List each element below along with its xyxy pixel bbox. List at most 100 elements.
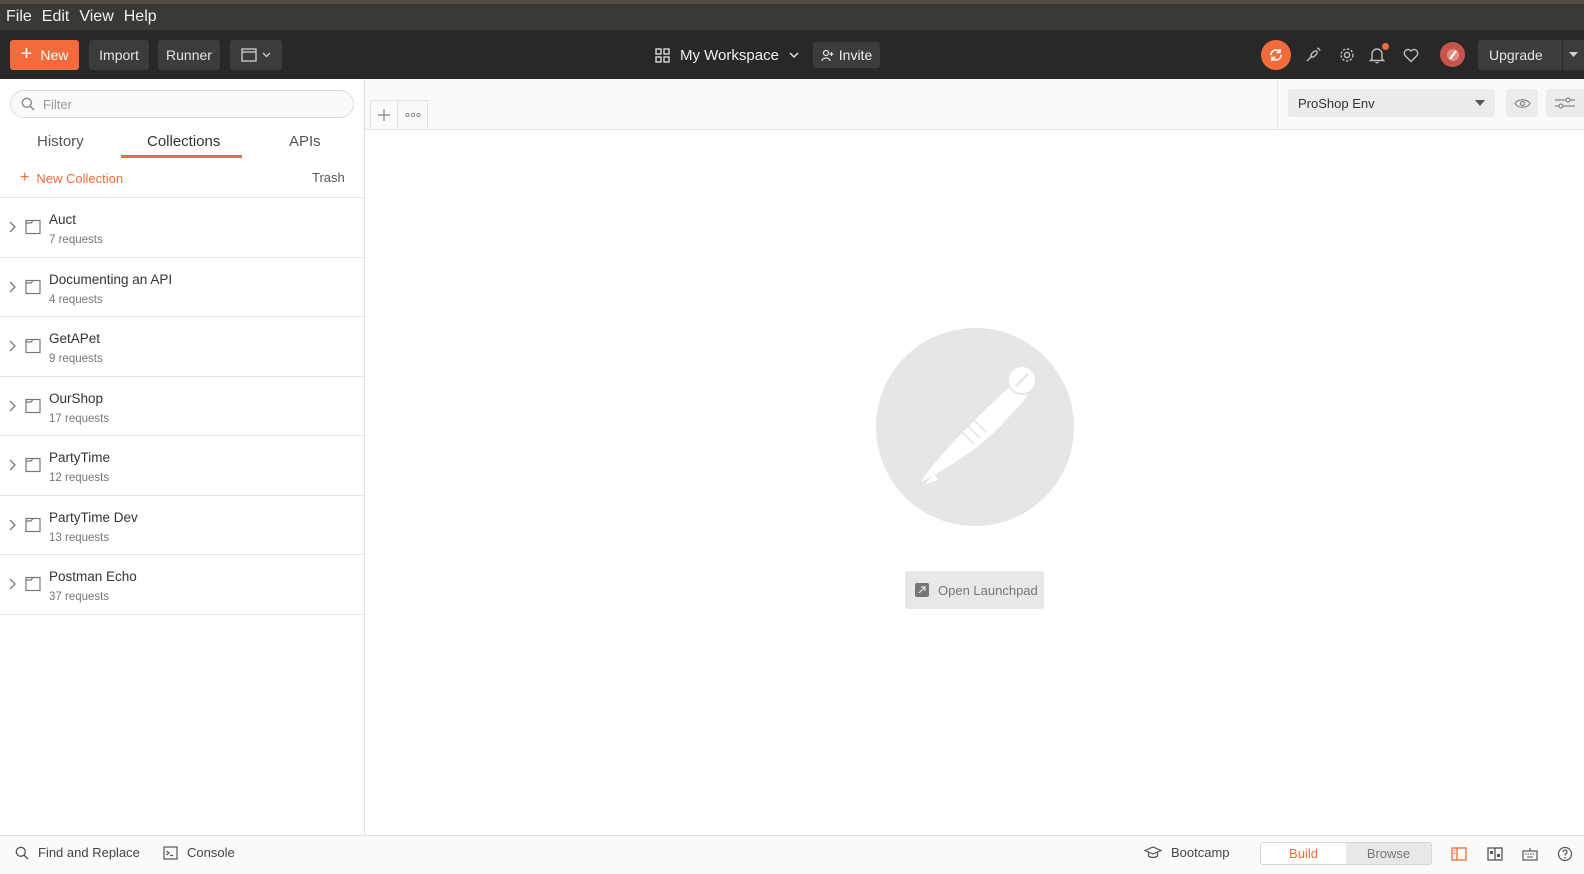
menu-file[interactable]: File [6, 8, 32, 26]
collection-item[interactable]: GetAPet 9 requests [0, 317, 364, 377]
find-replace-label: Find and Replace [38, 845, 140, 860]
environment-area: ProShop Env [1277, 79, 1584, 129]
manage-environments-button[interactable] [1546, 89, 1584, 117]
folder-icon [25, 457, 41, 473]
collection-list: Auct 7 requests Documenting an API 4 req… [0, 197, 364, 615]
chevron-right-icon[interactable] [7, 519, 17, 531]
eye-icon [1513, 98, 1531, 108]
postman-logo [876, 328, 1074, 526]
plus-icon [378, 108, 390, 121]
new-button[interactable]: + New [10, 40, 79, 70]
tab-options-button[interactable] [398, 100, 428, 128]
collection-item[interactable]: PartyTime Dev 13 requests [0, 496, 364, 555]
sidebar-layout-icon [1451, 847, 1467, 861]
folder-icon [25, 576, 41, 592]
runner-button[interactable]: Runner [158, 40, 220, 70]
os-menubar: File Edit View Help [0, 0, 1584, 30]
avatar[interactable] [1440, 42, 1465, 67]
trash-button[interactable]: Trash [312, 170, 345, 185]
notification-dot [1382, 43, 1389, 50]
tab-collections[interactable]: Collections [147, 133, 220, 150]
folder-icon [25, 279, 41, 294]
add-tab-button[interactable] [370, 100, 398, 128]
avatar-icon [1446, 48, 1459, 61]
chevron-right-icon[interactable] [7, 400, 17, 412]
build-browse-toggle: Build Browse [1260, 842, 1432, 865]
console-label: Console [187, 845, 235, 860]
heart-button[interactable] [1400, 44, 1422, 66]
console-button[interactable]: Console [163, 845, 235, 860]
two-pane-icon [1487, 847, 1503, 861]
more-icon [404, 112, 421, 117]
collection-item[interactable]: PartyTime 12 requests [0, 436, 364, 496]
collection-count: 9 requests [49, 353, 103, 365]
browse-mode-button[interactable]: Browse [1346, 843, 1431, 864]
build-mode-button[interactable]: Build [1261, 843, 1346, 864]
plus-icon: + [20, 169, 30, 186]
collection-item[interactable]: Auct 7 requests [0, 198, 364, 258]
import-button[interactable]: Import [89, 40, 149, 70]
tab-history[interactable]: History [37, 133, 84, 150]
folder-icon [25, 398, 41, 413]
environment-selected: ProShop Env [1298, 95, 1375, 111]
chevron-right-icon[interactable] [7, 578, 17, 590]
settings-button[interactable] [1336, 44, 1358, 66]
sidebar: History Collections APIs + New Collectio… [0, 79, 365, 835]
bootcamp-label: Bootcamp [1171, 845, 1230, 860]
plus-icon: + [20, 43, 33, 65]
collection-item[interactable]: Postman Echo 37 requests [0, 555, 364, 615]
console-icon [163, 845, 178, 860]
sync-icon [1270, 49, 1282, 61]
new-button-label: New [40, 47, 69, 63]
sync-button[interactable] [1261, 40, 1291, 70]
search-icon [15, 846, 29, 859]
add-user-icon [821, 49, 834, 61]
chevron-right-icon[interactable] [7, 459, 17, 471]
collection-count: 13 requests [49, 531, 110, 544]
menu-edit[interactable]: Edit [42, 8, 70, 26]
collection-count: 17 requests [49, 412, 110, 425]
folder-icon [25, 219, 41, 235]
window-icon [241, 48, 257, 62]
tab-apis[interactable]: APIs [289, 133, 321, 150]
collection-name: Documenting an API [49, 271, 173, 287]
status-bar: Find and Replace Console Bootcamp Build … [0, 835, 1584, 874]
graduation-cap-icon [1144, 846, 1162, 859]
upgrade-dropdown[interactable] [1562, 40, 1584, 70]
menu-view[interactable]: View [79, 8, 113, 26]
menu-help[interactable]: Help [124, 8, 157, 26]
sliders-icon [1555, 97, 1575, 109]
workspace-selector[interactable]: My Workspace [655, 42, 799, 68]
upgrade-button[interactable]: Upgrade [1478, 40, 1584, 70]
interceptor-button[interactable] [1302, 44, 1324, 66]
filter-input[interactable] [43, 96, 333, 112]
collection-count: 7 requests [49, 234, 103, 246]
app-toolbar: + New Import Runner My Workspace Invite … [0, 30, 1584, 79]
heart-icon [1403, 48, 1419, 62]
collection-item[interactable]: OurShop 17 requests [0, 377, 364, 436]
collection-name: OurShop [49, 390, 104, 406]
keyboard-shortcuts-button[interactable] [1521, 845, 1539, 863]
open-launchpad-button[interactable]: Open Launchpad [905, 571, 1044, 609]
chevron-right-icon[interactable] [7, 281, 17, 293]
satellite-icon [1306, 47, 1321, 62]
help-button[interactable] [1556, 845, 1574, 863]
collection-count: 37 requests [49, 591, 110, 603]
chevron-right-icon[interactable] [7, 221, 17, 233]
runner-button-label: Runner [166, 47, 212, 63]
environment-quick-look-button[interactable] [1506, 89, 1538, 117]
two-pane-view-button[interactable] [1486, 845, 1504, 863]
new-window-button[interactable] [230, 40, 282, 70]
chevron-right-icon[interactable] [7, 340, 17, 352]
bootcamp-button[interactable]: Bootcamp [1144, 845, 1230, 860]
folder-icon [25, 517, 41, 532]
find-replace-button[interactable]: Find and Replace [15, 845, 140, 860]
collection-item[interactable]: Documenting an API 4 requests [0, 258, 364, 317]
environment-select[interactable]: ProShop Env [1288, 89, 1495, 117]
new-collection-button[interactable]: + New Collection [20, 170, 123, 186]
toggle-sidebar-button[interactable] [1450, 845, 1468, 863]
external-link-icon [915, 583, 929, 597]
invite-button[interactable]: Invite [813, 42, 880, 68]
open-launchpad-label: Open Launchpad [938, 582, 1038, 598]
collection-name: PartyTime Dev [49, 509, 138, 525]
